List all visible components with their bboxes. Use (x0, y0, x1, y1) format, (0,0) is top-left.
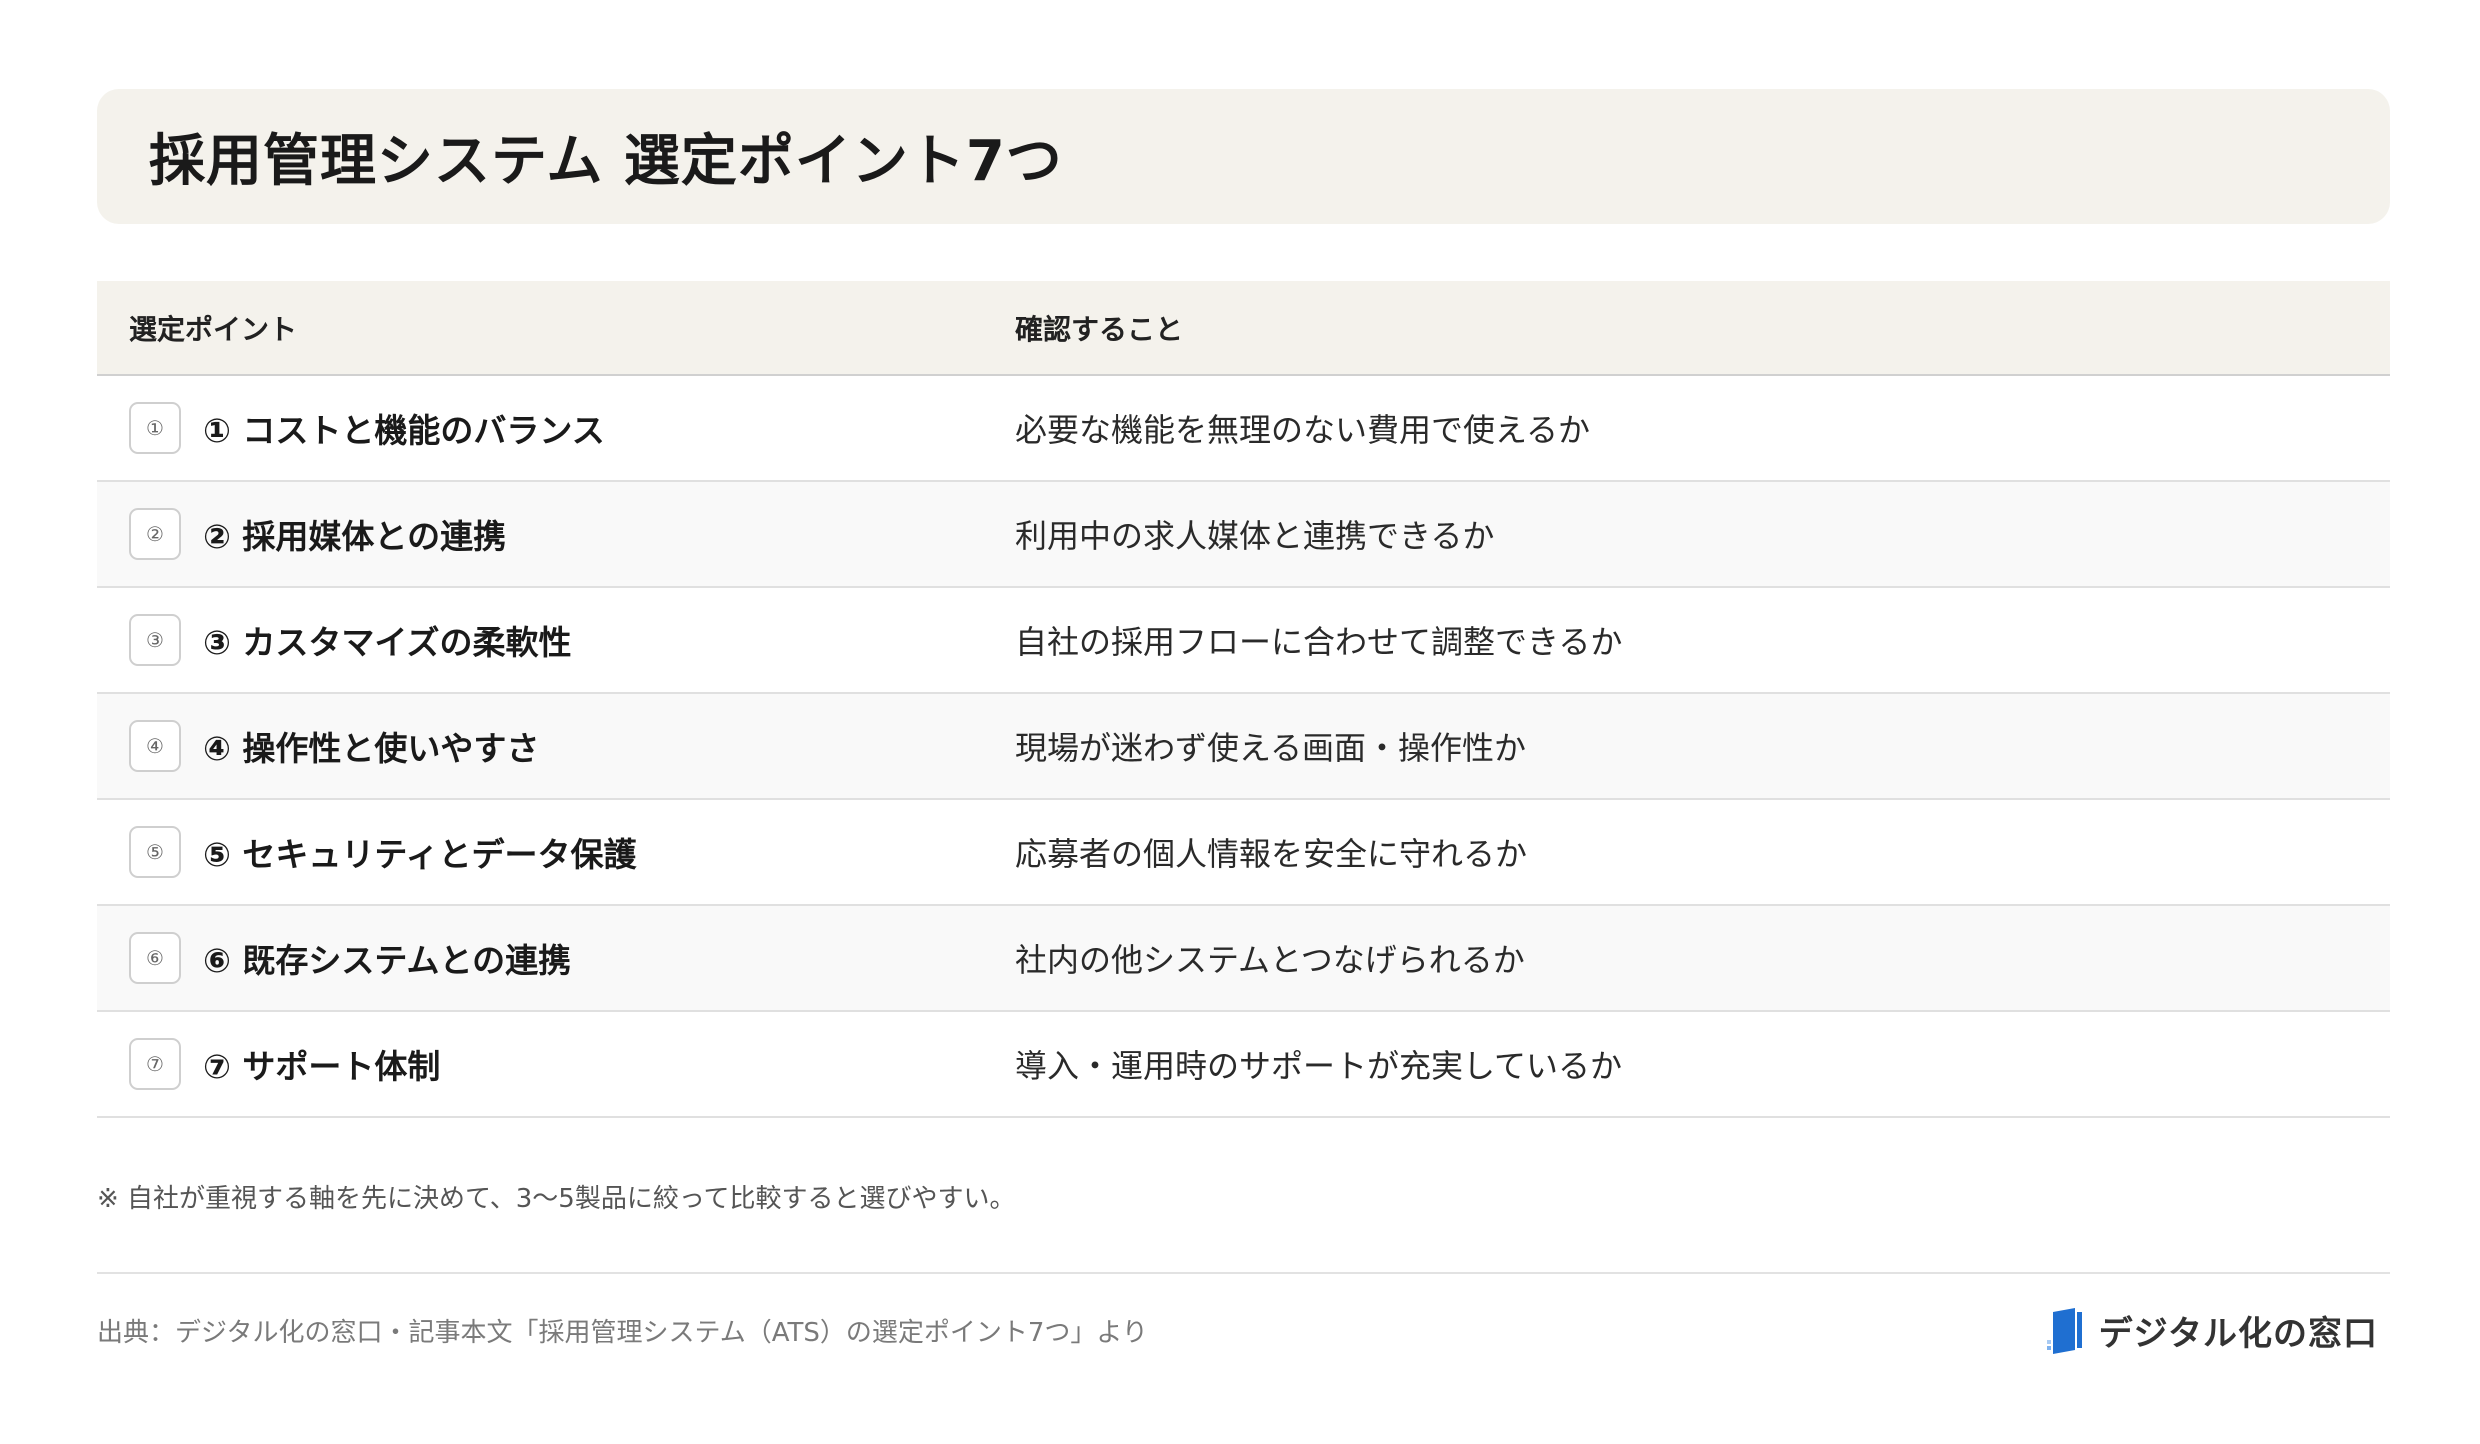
table-row: ⑤ ⑤ セキュリティとデータ保護 応募者の個人情報を安全に守れるか (97, 800, 2390, 906)
table-row: ② ② 採用媒体との連携 利用中の求人媒体と連携できるか (97, 482, 2390, 588)
number-badge: ⑦ (129, 1038, 181, 1090)
number-badge: ⑤ (129, 826, 181, 878)
number-badge: ② (129, 508, 181, 560)
check-text: 応募者の個人情報を安全に守れるか (1015, 835, 1528, 873)
divider (97, 1272, 2390, 1274)
book-door-icon (2046, 1307, 2082, 1354)
page-title: 採用管理システム 選定ポイント7つ (149, 129, 1063, 194)
table-row: ③ ③ カスタマイズの柔軟性 自社の採用フローに合わせて調整できるか (97, 588, 2390, 694)
point-label: ① コストと機能のバランス (203, 411, 605, 450)
point-label: ② 採用媒体との連携 (203, 517, 507, 556)
selection-points-table: 選定ポイント 確認すること ① ① コストと機能のバランス 必要な機能を無理のない… (97, 281, 2390, 1118)
check-text: 必要な機能を無理のない費用で使えるか (1015, 411, 1591, 449)
check-text: 社内の他システムとつなげられるか (1015, 941, 1525, 979)
point-label: ③ カスタマイズの柔軟性 (203, 623, 572, 662)
point-label: ⑥ 既存システムとの連携 (203, 941, 572, 980)
point-label: ④ 操作性と使いやすさ (203, 729, 540, 768)
title-banner: 採用管理システム 選定ポイント7つ (97, 89, 2390, 224)
number-badge: ⑥ (129, 932, 181, 984)
footnote: ※ 自社が重視する軸を先に決めて、3〜5製品に絞って比較すると選びやすい。 (97, 1184, 1016, 1214)
number-badge: ④ (129, 720, 181, 772)
check-text: 現場が迷わず使える画面・操作性か (1015, 729, 1527, 767)
header-check: 確認すること (1015, 312, 1184, 346)
check-text: 利用中の求人媒体と連携できるか (1015, 517, 1495, 555)
source-credit: 出典：デジタル化の窓口・記事本文「採用管理システム（ATS）の選定ポイント7つ」… (97, 1318, 1148, 1348)
table-header: 選定ポイント 確認すること (97, 281, 2390, 376)
point-label: ⑦ サポート体制 (203, 1047, 441, 1086)
header-point: 選定ポイント (129, 312, 298, 346)
check-text: 導入・運用時のサポートが充実しているか (1015, 1047, 1623, 1085)
check-text: 自社の採用フローに合わせて調整できるか (1015, 623, 1623, 661)
number-badge: ③ (129, 614, 181, 666)
table-row: ⑥ ⑥ 既存システムとの連携 社内の他システムとつなげられるか (97, 906, 2390, 1012)
table-row: ④ ④ 操作性と使いやすさ 現場が迷わず使える画面・操作性か (97, 694, 2390, 800)
table-row: ① ① コストと機能のバランス 必要な機能を無理のない費用で使えるか (97, 376, 2390, 482)
point-label: ⑤ セキュリティとデータ保護 (203, 835, 637, 874)
brand-logo-block: デジタル化の窓口 (2045, 1306, 2378, 1355)
number-badge: ① (129, 402, 181, 454)
infographic-page: 採用管理システム 選定ポイント7つ 選定ポイント 確認すること ① ① コストと機… (0, 0, 2480, 1444)
brand-name: デジタル化の窓口 (2098, 1314, 2378, 1354)
table-row: ⑦ ⑦ サポート体制 導入・運用時のサポートが充実しているか (97, 1012, 2390, 1118)
